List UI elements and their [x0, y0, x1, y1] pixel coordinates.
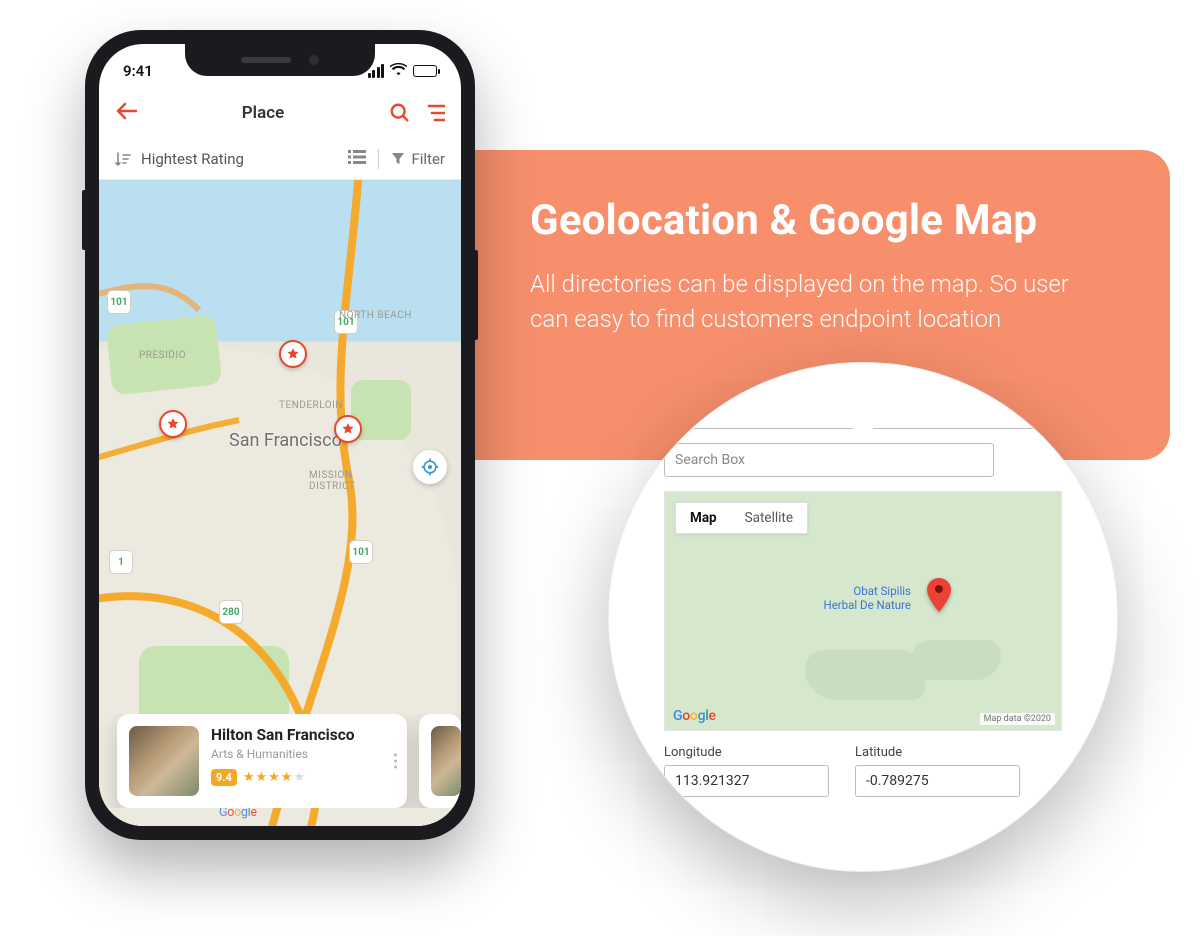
filter-icon — [391, 152, 405, 166]
place-rating: 9.4 ★★★★★ — [211, 769, 395, 786]
tab-satellite[interactable]: Satellite — [731, 503, 807, 533]
wifi-icon — [390, 62, 407, 80]
menu-icon[interactable] — [425, 104, 445, 122]
locate-me-button[interactable] — [413, 450, 447, 484]
google-logo: Google — [673, 708, 716, 724]
banner-title: Geolocation & Google Map — [530, 196, 1110, 245]
route-shield: 101 — [349, 540, 373, 564]
place-cards-strip[interactable]: Hilton San Francisco Arts & Humanities 9… — [99, 714, 461, 808]
district-label: PRESIDIO — [139, 350, 186, 361]
map-marker[interactable] — [279, 340, 307, 368]
place-thumbnail — [431, 726, 461, 796]
poi-label[interactable]: Obat Sipilis Herbal De Nature — [823, 584, 911, 613]
status-time: 9:41 — [123, 62, 153, 80]
route-shield: 280 — [219, 600, 243, 624]
route-shield: 1 — [109, 550, 133, 574]
sort-label: Hightest Rating — [141, 150, 244, 168]
longitude-field[interactable]: 113.921327 — [664, 765, 829, 797]
district-label: MISSION DISTRICT — [309, 470, 355, 492]
phone-mockup: 9:41 Place — [85, 30, 475, 840]
place-title: Hilton San Francisco — [211, 726, 395, 744]
district-label: TENDERLOIN — [279, 400, 343, 411]
search-icon[interactable] — [389, 102, 411, 124]
sort-icon — [115, 151, 131, 167]
tab-map[interactable]: Map — [676, 503, 731, 533]
search-input[interactable]: Search Box — [664, 443, 994, 477]
map-marker[interactable] — [159, 410, 187, 438]
latitude-field[interactable]: -0.789275 — [855, 765, 1020, 797]
view-list-icon[interactable] — [348, 149, 366, 169]
map-attribution: Map data ©2020 — [980, 713, 1055, 725]
admin-mini-map[interactable]: Map Satellite Obat Sipilis Herbal De Nat… — [664, 491, 1062, 731]
latitude-label: Latitude — [855, 745, 1020, 760]
page-title: Place — [242, 103, 284, 123]
admin-map-panel: Search Box Map Satellite Obat Sipilis He… — [608, 362, 1118, 872]
admin-field-placeholder[interactable] — [873, 423, 1033, 429]
map-pin-icon[interactable] — [927, 578, 951, 616]
more-icon[interactable] — [394, 754, 397, 769]
banner-subtitle: All directories can be displayed on the … — [530, 267, 1110, 337]
battery-icon — [413, 65, 437, 77]
place-card-next[interactable] — [419, 714, 461, 808]
place-card[interactable]: Hilton San Francisco Arts & Humanities 9… — [117, 714, 407, 808]
filter-button[interactable]: Filter — [391, 150, 445, 168]
map-view[interactable]: 101 101 101 280 1 San Francisco PRESIDIO… — [99, 180, 461, 826]
admin-field-placeholder[interactable] — [693, 423, 853, 429]
list-toolbar: Hightest Rating Filter — [99, 138, 461, 180]
place-category: Arts & Humanities — [211, 747, 395, 761]
place-thumbnail — [129, 726, 199, 796]
map-type-tabs: Map Satellite — [675, 502, 808, 534]
sort-button[interactable]: Hightest Rating — [115, 150, 244, 168]
phone-screen: 9:41 Place — [99, 44, 461, 826]
search-placeholder: Search Box — [675, 452, 745, 468]
longitude-label: Longitude — [664, 745, 829, 760]
map-marker[interactable] — [334, 415, 362, 443]
filter-label: Filter — [411, 150, 445, 168]
rating-badge: 9.4 — [211, 769, 237, 786]
route-shield: 101 — [107, 290, 131, 314]
star-icons: ★★★★★ — [243, 770, 306, 785]
back-button[interactable] — [115, 102, 137, 125]
district-label: NORTH BEACH — [339, 310, 412, 321]
nav-bar: Place — [99, 88, 461, 138]
city-label: San Francisco — [229, 430, 342, 451]
